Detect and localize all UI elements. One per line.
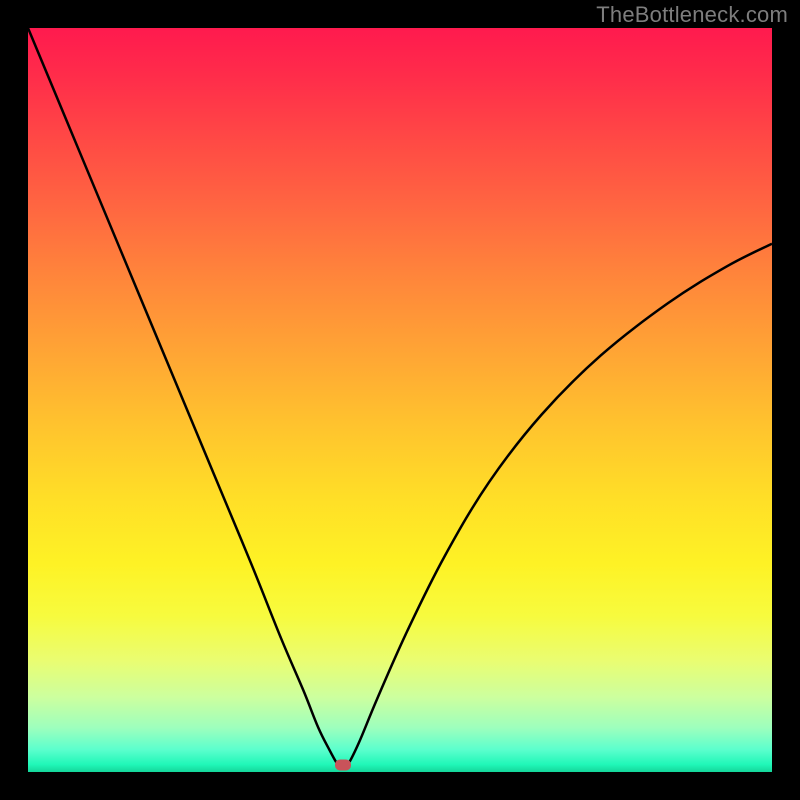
chart-frame: TheBottleneck.com [0, 0, 800, 800]
curve-path [28, 28, 772, 769]
watermark-text: TheBottleneck.com [596, 2, 788, 28]
bottleneck-curve [28, 28, 772, 772]
minimum-marker [335, 759, 351, 770]
plot-area [28, 28, 772, 772]
